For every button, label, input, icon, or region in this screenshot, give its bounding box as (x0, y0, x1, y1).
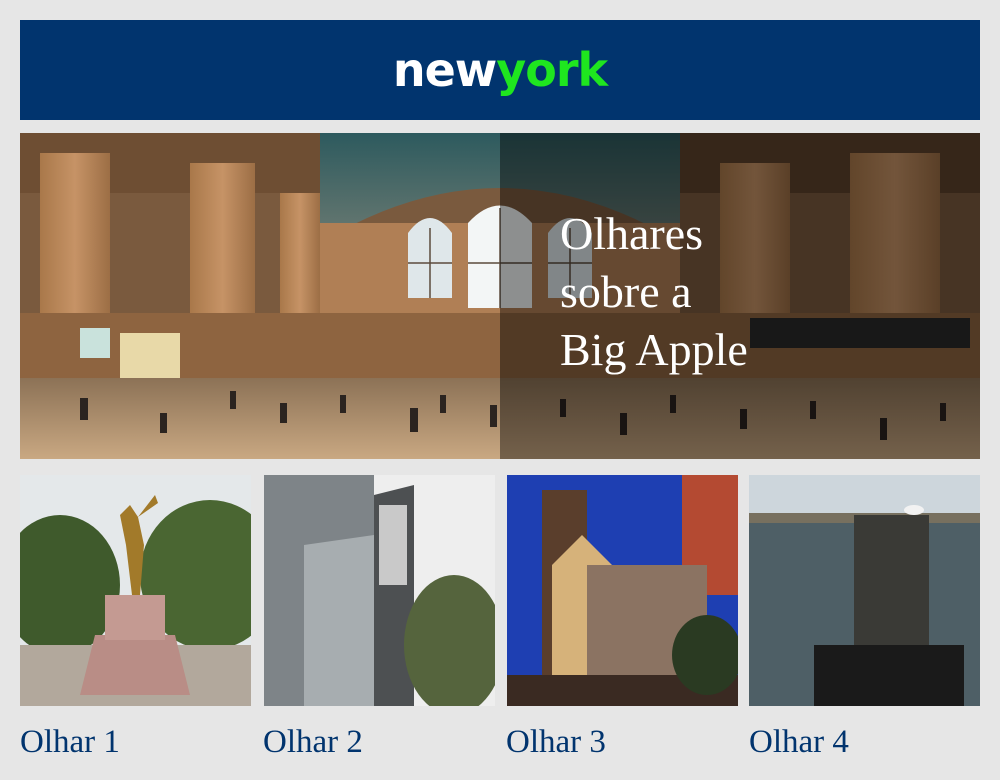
logo-word-new: new (392, 43, 497, 97)
logo-word-york: york (496, 43, 608, 97)
gallery-caption-3[interactable]: Olhar 3 (506, 722, 606, 762)
gallery-photo-statue[interactable] (20, 475, 251, 706)
hero-title-line-3: Big Apple (560, 324, 748, 375)
gallery-photo-harbor[interactable] (749, 475, 980, 706)
gallery-photo-plaza[interactable] (507, 475, 738, 706)
gallery-caption-2[interactable]: Olhar 2 (263, 722, 363, 762)
gallery-caption-1[interactable]: Olhar 1 (20, 722, 120, 762)
site-header: newyork (20, 20, 980, 120)
hero-title-line-2: sobre a (560, 266, 692, 317)
hero-title: Olhares sobre a Big Apple (560, 205, 860, 379)
gallery-caption-4[interactable]: Olhar 4 (749, 722, 849, 762)
hero-banner: Olhares sobre a Big Apple (20, 133, 980, 459)
hero-title-line-1: Olhares (560, 208, 704, 259)
site-logo[interactable]: newyork (393, 47, 608, 93)
gallery-photo-moma[interactable] (264, 475, 495, 706)
